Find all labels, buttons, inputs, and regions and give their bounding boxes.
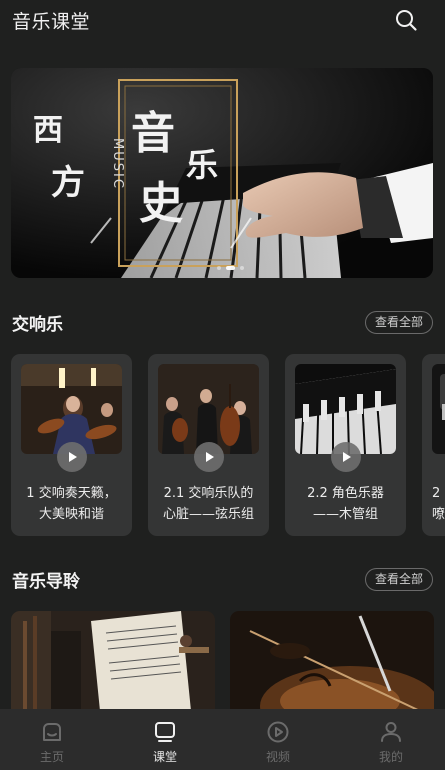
carousel-indicators (217, 266, 244, 270)
app-title: 音乐课堂 (12, 11, 91, 33)
section-title: 音乐导聆 (12, 572, 80, 592)
course-title-line2: 嘹 (432, 507, 445, 522)
tab-label: 主页 (39, 750, 64, 764)
top-bar: 音乐课堂 (0, 0, 445, 48)
profile-icon (381, 722, 401, 742)
play-icon (342, 452, 351, 462)
carousel-dot-active[interactable] (226, 266, 235, 270)
guide-thumbnail (11, 611, 215, 711)
bottom-tab-bar: 主页 课堂 视频 我的 (0, 709, 445, 770)
view-all-button[interactable]: 查看全部 (364, 568, 433, 591)
play-button[interactable] (56, 442, 87, 472)
view-all-button[interactable]: 查看全部 (364, 311, 433, 334)
course-title: 2.2 角色乐器 ——木管组 (291, 483, 400, 525)
guide-thumbnail (230, 611, 434, 711)
play-button[interactable] (193, 442, 224, 472)
search-button[interactable] (392, 6, 420, 34)
tab-home[interactable]: 主页 (12, 709, 92, 770)
classroom-icon (155, 722, 175, 742)
course-title-line1: 1 交响奏天籁， (26, 486, 117, 501)
course-thumbnail (158, 364, 259, 454)
guide-card[interactable] (11, 611, 215, 711)
section-header-guide: 音乐导聆 查看全部 (12, 567, 433, 593)
search-icon (396, 10, 417, 31)
banner-char-3: 音 (131, 108, 175, 159)
home-icon (43, 723, 61, 741)
banner-vertical-text: MUSIC (110, 138, 125, 190)
banner-char-1: 西 (33, 113, 63, 148)
course-title-line1: 2.1 交响乐队的 (163, 486, 254, 501)
course-title-line1: 2.2 角色乐器 (307, 486, 384, 501)
course-title-line2: 大美映和谐 (38, 507, 104, 522)
course-card[interactable]: 1 交响奏天籁， 大美映和谐 (11, 354, 132, 536)
course-thumbnail (21, 364, 122, 454)
symphony-card-list[interactable]: 1 交响奏天籁， 大美映和谐 2.1 交响乐队的 心脏——弦乐组 2.2 角色乐… (11, 354, 445, 536)
course-title-line2: 心脏——弦乐组 (162, 507, 254, 522)
course-title-line1: 2 (432, 486, 441, 501)
section-header-symphony: 交响乐 查看全部 (12, 310, 433, 336)
guide-card[interactable] (230, 611, 434, 711)
carousel-dot[interactable] (217, 266, 221, 270)
course-card[interactable]: 2.2 角色乐器 ——木管组 (285, 354, 406, 536)
banner-char-4: 乐 (186, 146, 218, 184)
course-card[interactable]: 2 嘹 (422, 354, 445, 536)
section-title: 交响乐 (12, 315, 63, 335)
tab-classroom[interactable]: 课堂 (125, 709, 205, 770)
tab-label: 视频 (265, 750, 290, 764)
course-thumbnail (295, 364, 396, 454)
course-title: 2 嘹 (432, 483, 445, 525)
course-title-line2: ——木管组 (312, 507, 378, 522)
tab-label: 课堂 (152, 750, 177, 764)
tab-label: 我的 (378, 750, 403, 764)
banner-carousel[interactable]: 西 方 音 乐 史 MUSIC (11, 68, 433, 278)
course-title: 1 交响奏天籁， 大美映和谐 (17, 483, 126, 525)
course-card[interactable]: 2.1 交响乐队的 心脏——弦乐组 (148, 354, 269, 536)
course-title: 2.1 交响乐队的 心脏——弦乐组 (154, 483, 263, 525)
banner-char-2: 方 (51, 163, 85, 203)
play-icon (68, 452, 77, 462)
play-icon (205, 452, 214, 462)
carousel-dot[interactable] (240, 266, 244, 270)
banner-char-5: 史 (139, 178, 183, 229)
guide-card-list[interactable] (11, 611, 445, 711)
tab-profile[interactable]: 我的 (351, 709, 431, 770)
tab-video[interactable]: 视频 (238, 709, 318, 770)
play-button[interactable] (330, 442, 361, 472)
banner-image: 西 方 音 乐 史 MUSIC (11, 68, 433, 278)
video-play-icon (267, 721, 289, 743)
course-thumbnail (432, 364, 445, 454)
